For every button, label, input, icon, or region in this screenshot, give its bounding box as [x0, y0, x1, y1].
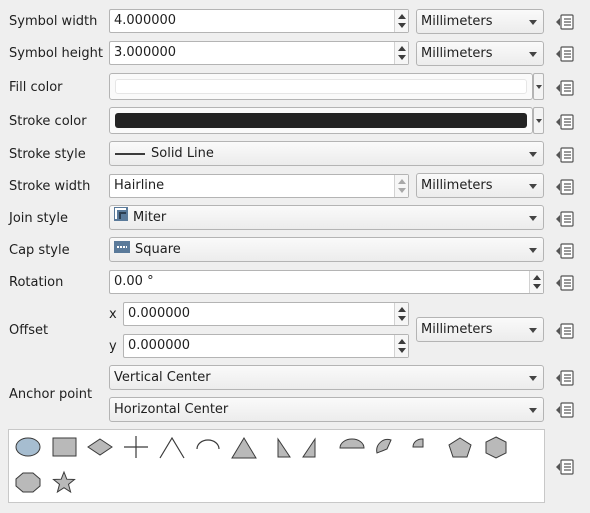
symbol-height-unit-select[interactable]: Millimeters	[416, 41, 544, 66]
shape-diamond-icon[interactable]	[85, 433, 115, 461]
fill-color-swatch	[115, 79, 527, 94]
stroke-style-value: Solid Line	[151, 146, 214, 161]
chevron-down-icon	[529, 248, 537, 253]
shape-pentagon-icon[interactable]	[445, 433, 475, 461]
stroke-width-spinner[interactable]	[394, 175, 408, 197]
offset-x-value: 0.000000	[128, 306, 191, 321]
shape-quarter-circle-icon[interactable]	[405, 433, 435, 461]
join-style-select[interactable]: Miter	[109, 205, 544, 230]
stroke-width-unit: Millimeters	[421, 178, 493, 193]
shape-cross-icon[interactable]	[121, 433, 151, 461]
fill-color-label: Fill color	[9, 80, 63, 95]
fill-color-button[interactable]	[109, 73, 533, 100]
cap-style-label: Cap style	[9, 243, 70, 258]
chevron-down-icon	[529, 216, 537, 221]
offset-y-spinner[interactable]	[394, 335, 408, 357]
shape-hexagon-icon[interactable]	[481, 433, 511, 461]
chevron-down-icon	[529, 184, 537, 189]
shape-right-half-triangle-icon[interactable]	[299, 433, 329, 461]
shape-triangle-icon[interactable]	[229, 433, 259, 461]
cap-style-data-defined-icon[interactable]	[553, 241, 577, 261]
stroke-style-label: Stroke style	[9, 147, 86, 162]
cap-style-select[interactable]: Square	[109, 237, 544, 262]
rotation-input[interactable]: 0.00 °	[109, 270, 544, 294]
shape-semi-circle-icon[interactable]	[337, 433, 367, 461]
join-style-data-defined-icon[interactable]	[553, 209, 577, 229]
shape-triangle-outline-icon[interactable]	[157, 433, 187, 461]
shape-data-defined-icon[interactable]	[553, 457, 577, 477]
symbol-width-input[interactable]: 4.000000	[109, 9, 409, 33]
solid-line-icon	[114, 142, 146, 165]
offset-y-value: 0.000000	[128, 338, 191, 353]
stroke-color-menu-button[interactable]	[533, 107, 544, 134]
rotation-data-defined-icon[interactable]	[553, 273, 577, 293]
chevron-down-icon	[529, 152, 537, 157]
chevron-down-icon	[536, 119, 542, 123]
anchor-horizontal-select[interactable]: Horizontal Center	[109, 397, 544, 422]
stroke-width-unit-select[interactable]: Millimeters	[416, 173, 544, 198]
symbol-height-input[interactable]: 3.000000	[109, 41, 409, 65]
chevron-down-icon	[529, 408, 537, 413]
cap-style-value: Square	[135, 242, 181, 257]
offset-data-defined-icon[interactable]	[553, 321, 577, 341]
symbol-width-spinner[interactable]	[394, 10, 408, 32]
stroke-style-data-defined-icon[interactable]	[553, 145, 577, 165]
symbol-height-value: 3.000000	[114, 45, 177, 60]
symbol-height-spinner[interactable]	[394, 42, 408, 64]
symbol-width-label: Symbol width	[9, 14, 98, 29]
chevron-down-icon	[536, 85, 542, 89]
offset-x-spinner[interactable]	[394, 303, 408, 325]
shape-left-half-triangle-icon[interactable]	[271, 433, 301, 461]
offset-label: Offset	[9, 323, 49, 338]
rotation-spinner[interactable]	[529, 271, 543, 293]
fill-color-menu-button[interactable]	[533, 73, 544, 100]
chevron-down-icon	[529, 52, 537, 57]
anchor-vertical-select[interactable]: Vertical Center	[109, 365, 544, 390]
chevron-down-icon	[529, 376, 537, 381]
shape-third-circle-icon[interactable]	[371, 433, 401, 461]
chevron-down-icon	[529, 20, 537, 25]
square-cap-icon	[114, 238, 130, 261]
symbol-width-unit-select[interactable]: Millimeters	[416, 9, 544, 34]
rotation-value: 0.00 °	[114, 274, 154, 289]
stroke-color-label: Stroke color	[9, 114, 87, 129]
offset-y-input[interactable]: 0.000000	[123, 334, 409, 358]
offset-y-label: y	[109, 339, 117, 354]
stroke-color-swatch	[115, 113, 527, 128]
stroke-color-data-defined-icon[interactable]	[553, 112, 577, 132]
symbol-height-unit: Millimeters	[421, 46, 493, 61]
anchor-horizontal-data-defined-icon[interactable]	[553, 400, 577, 420]
symbol-width-value: 4.000000	[114, 13, 177, 28]
stroke-style-select[interactable]: Solid Line	[109, 141, 544, 166]
stroke-width-input[interactable]: Hairline	[109, 174, 409, 198]
shape-list[interactable]	[8, 429, 545, 503]
symbol-height-data-defined-icon[interactable]	[553, 44, 577, 64]
shape-star-icon[interactable]	[49, 468, 79, 496]
join-style-label: Join style	[9, 211, 68, 226]
offset-x-input[interactable]: 0.000000	[123, 302, 409, 326]
stroke-width-label: Stroke width	[9, 179, 91, 194]
anchor-horizontal-value: Horizontal Center	[114, 402, 229, 417]
miter-join-icon	[114, 206, 128, 229]
shape-octagon-icon[interactable]	[13, 468, 43, 496]
anchor-vertical-data-defined-icon[interactable]	[553, 368, 577, 388]
anchor-vertical-value: Vertical Center	[114, 370, 211, 385]
shape-arc-icon[interactable]	[193, 433, 223, 461]
stroke-color-button[interactable]	[109, 107, 533, 134]
rotation-label: Rotation	[9, 275, 64, 290]
join-style-value: Miter	[133, 210, 167, 225]
fill-color-data-defined-icon[interactable]	[553, 78, 577, 98]
offset-unit-select[interactable]: Millimeters	[416, 317, 544, 342]
symbol-height-label: Symbol height	[9, 46, 103, 61]
symbol-width-unit: Millimeters	[421, 14, 493, 29]
stroke-width-data-defined-icon[interactable]	[553, 177, 577, 197]
chevron-down-icon	[529, 328, 537, 333]
anchor-point-label: Anchor point	[9, 387, 93, 402]
shape-ellipse-icon[interactable]	[13, 433, 43, 461]
offset-unit: Millimeters	[421, 322, 493, 337]
symbol-width-data-defined-icon[interactable]	[553, 12, 577, 32]
offset-x-label: x	[109, 307, 117, 322]
shape-rectangle-icon[interactable]	[49, 433, 79, 461]
stroke-width-value: Hairline	[114, 178, 165, 193]
